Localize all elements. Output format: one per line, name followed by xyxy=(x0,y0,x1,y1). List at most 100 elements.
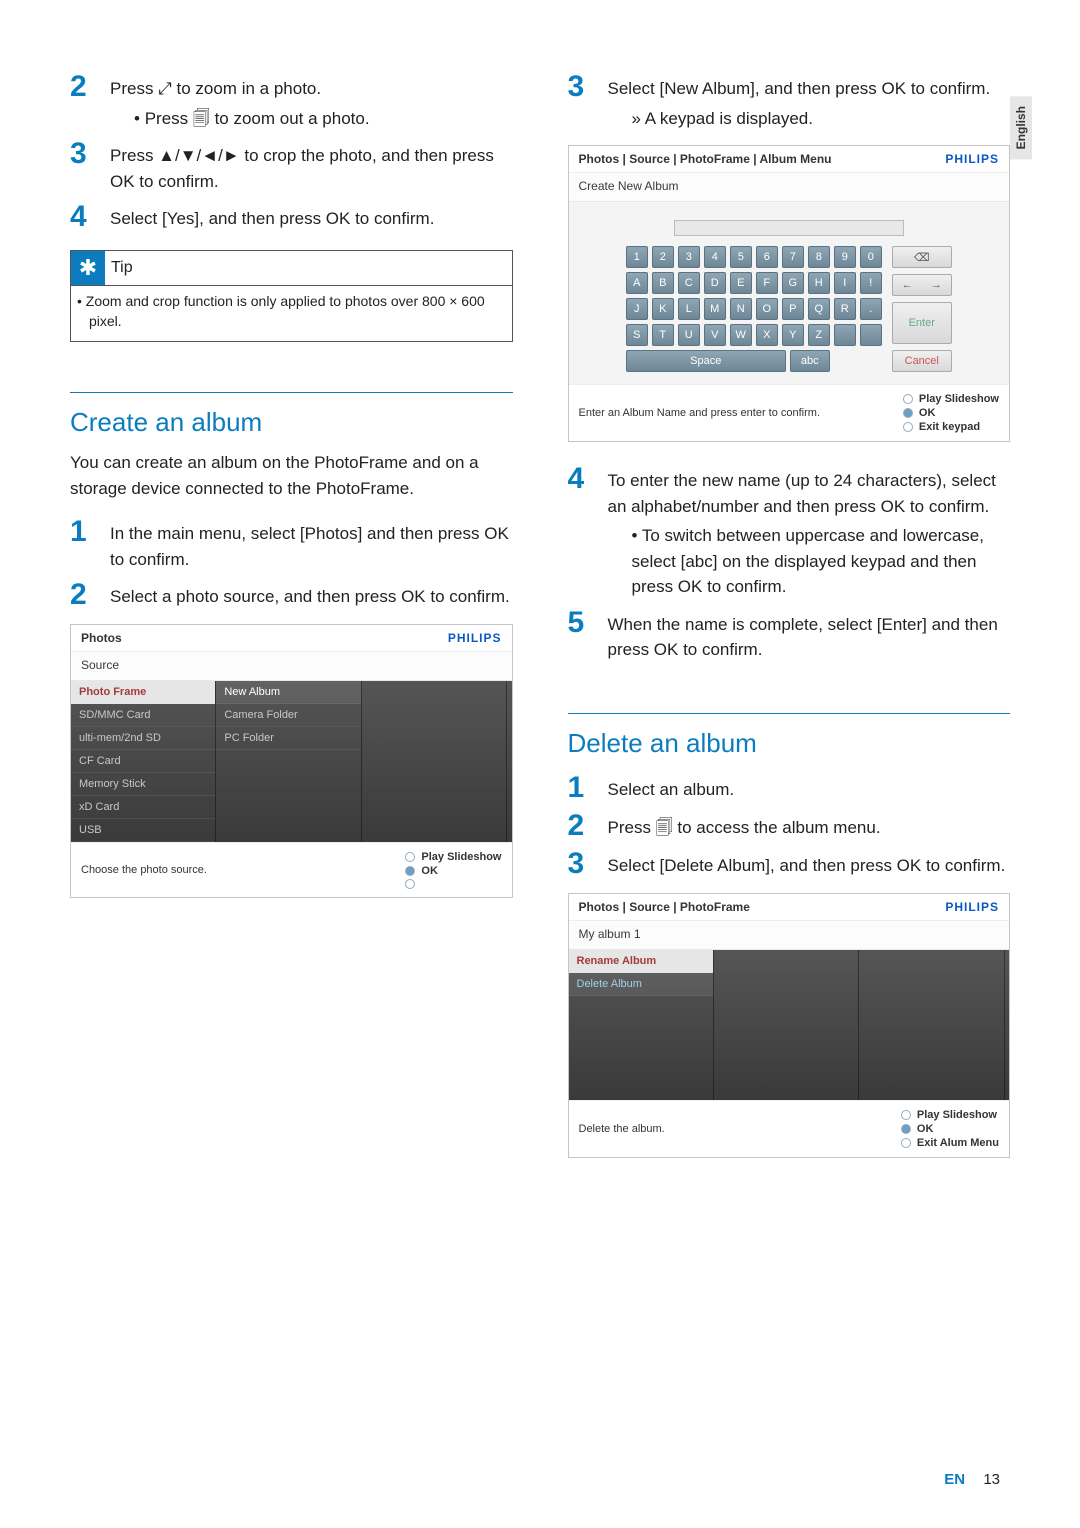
step-number: 1 xyxy=(568,771,608,803)
abc-key: abc xyxy=(790,350,830,372)
keypad-key: D xyxy=(704,272,726,294)
section-separator xyxy=(568,713,1011,714)
keypad-key: C xyxy=(678,272,700,294)
keypad-key: 2 xyxy=(652,246,674,268)
enter-key: Enter xyxy=(892,302,952,344)
step-number: 2 xyxy=(568,809,608,841)
ctrl-label: OK xyxy=(421,865,438,877)
keypad-key: K xyxy=(652,298,674,320)
tip-box: ✱ Tip Zoom and crop function is only app… xyxy=(70,250,513,342)
step-number: 3 xyxy=(568,70,608,131)
keypad-key: Z xyxy=(808,324,830,346)
list-item: xD Card xyxy=(71,796,215,819)
keypad-key: 5 xyxy=(730,246,752,268)
step-number: 4 xyxy=(70,200,110,232)
keypad-key: 8 xyxy=(808,246,830,268)
shot-controls: Play Slideshow OK Exit keypad xyxy=(903,393,999,433)
section-separator xyxy=(70,392,513,393)
section-intro: You can create an album on the PhotoFram… xyxy=(70,450,513,501)
step-number: 3 xyxy=(568,847,608,879)
space-key: Space xyxy=(626,350,786,372)
keypad-key: N xyxy=(730,298,752,320)
keypad-key: A xyxy=(626,272,648,294)
shot-controls: Play Slideshow OK Exit Alum Menu xyxy=(901,1109,999,1149)
keypad-key: 9 xyxy=(834,246,856,268)
list-item: New Album xyxy=(216,681,360,704)
step-2b: 2 Select a photo source, and then press … xyxy=(70,578,513,610)
ctrl-label: Play Slideshow xyxy=(421,851,501,863)
step-number: 2 xyxy=(70,70,110,131)
language-tab: English xyxy=(1010,96,1032,159)
step-number: 4 xyxy=(568,462,608,600)
step-2c: 2 Press 🗐 to access the album menu. xyxy=(568,809,1011,841)
ctrl-label: Exit keypad xyxy=(919,421,980,433)
list-item: SD/MMC Card xyxy=(71,704,215,727)
keypad-key: Q xyxy=(808,298,830,320)
arrow-keys: ← → xyxy=(892,274,952,296)
keypad-key: U xyxy=(678,324,700,346)
step-body: Select [New Album], and then press OK to… xyxy=(608,70,991,131)
keypad-input-field xyxy=(674,220,904,236)
keypad-key: X xyxy=(756,324,778,346)
step-body: Select a photo source, and then press OK… xyxy=(110,578,510,610)
section-heading-create-album: Create an album xyxy=(70,407,513,438)
step-body: In the main menu, select [Photos] and th… xyxy=(110,515,513,572)
keypad-key: 0 xyxy=(860,246,882,268)
shot-col-empty xyxy=(362,681,507,842)
brand-logo: PHILIPS xyxy=(945,152,999,166)
ctrl-label: Play Slideshow xyxy=(919,393,999,405)
step-number: 1 xyxy=(70,515,110,572)
brand-logo: PHILIPS xyxy=(945,900,999,914)
shot-controls: Play Slideshow OK xyxy=(405,851,501,889)
right-column: 3 Select [New Album], and then press OK … xyxy=(568,70,1011,1178)
keypad-key: B xyxy=(652,272,674,294)
step-sub-arrow: A keypad is displayed. xyxy=(608,106,991,132)
keypad-key: F xyxy=(756,272,778,294)
step-number: 3 xyxy=(70,137,110,194)
keypad-key: 7 xyxy=(782,246,804,268)
list-item: Rename Album xyxy=(569,950,713,973)
ctrl-label: Exit Alum Menu xyxy=(917,1137,999,1149)
arrow-left-icon: ← xyxy=(893,279,922,291)
list-item: USB xyxy=(71,819,215,842)
shot-col-sources: Photo Frame SD/MMC Card ulti-mem/2nd SD … xyxy=(71,681,216,842)
ctrl-label: OK xyxy=(919,407,936,419)
section-heading-delete-album: Delete an album xyxy=(568,728,1011,759)
keypad-key: I xyxy=(834,272,856,294)
screenshot-source-menu: Photos PHILIPS Source Photo Frame SD/MMC… xyxy=(70,624,513,898)
keypad-key: P xyxy=(782,298,804,320)
ctrl-label: OK xyxy=(917,1123,934,1135)
step-number: 5 xyxy=(568,606,608,663)
step-3: 3 Press ▲/▼/◄/► to crop the photo, and t… xyxy=(70,137,513,194)
step-body: Select an album. xyxy=(608,771,735,803)
step-4r: 4 To enter the new name (up to 24 charac… xyxy=(568,462,1011,600)
list-item: Delete Album xyxy=(569,973,713,996)
tip-star-icon: ✱ xyxy=(71,251,105,285)
keypad-key: E xyxy=(730,272,752,294)
left-column: 2 Press ⤢ to zoom in a photo. Press 🗐 to… xyxy=(70,70,513,1178)
step-1b: 1 In the main menu, select [Photos] and … xyxy=(70,515,513,572)
list-item: ulti-mem/2nd SD xyxy=(71,727,215,750)
step-3r: 3 Select [New Album], and then press OK … xyxy=(568,70,1011,131)
step-4: 4 Select [Yes], and then press OK to con… xyxy=(70,200,513,232)
tip-label: Tip xyxy=(111,259,133,277)
keypad-grid: 1234567890ABCDEFGHI!JKLMNOPQR.STUVWXYZ S… xyxy=(626,246,882,372)
tip-body: Zoom and crop function is only applied t… xyxy=(71,285,512,341)
keypad-key: 3 xyxy=(678,246,700,268)
keypad-key: Y xyxy=(782,324,804,346)
step-sub-bullet: Press 🗐 to zoom out a photo. xyxy=(134,106,370,132)
arrow-right-icon: → xyxy=(922,279,951,291)
cancel-key: Cancel xyxy=(892,350,952,372)
step-text: Select [New Album], and then press OK to… xyxy=(608,79,991,98)
step-body: Press 🗐 to access the album menu. xyxy=(608,809,881,841)
step-2: 2 Press ⤢ to zoom in a photo. Press 🗐 to… xyxy=(70,70,513,131)
keypad-key: S xyxy=(626,324,648,346)
shot-subtitle: Source xyxy=(71,651,512,681)
keypad-key: . xyxy=(860,298,882,320)
step-body: Select [Delete Album], and then press OK… xyxy=(608,847,1006,879)
keypad-key: T xyxy=(652,324,674,346)
keypad-key: G xyxy=(782,272,804,294)
keypad-key: V xyxy=(704,324,726,346)
shot-hint: Enter an Album Name and press enter to c… xyxy=(579,407,821,419)
footer-lang: EN xyxy=(944,1471,965,1488)
